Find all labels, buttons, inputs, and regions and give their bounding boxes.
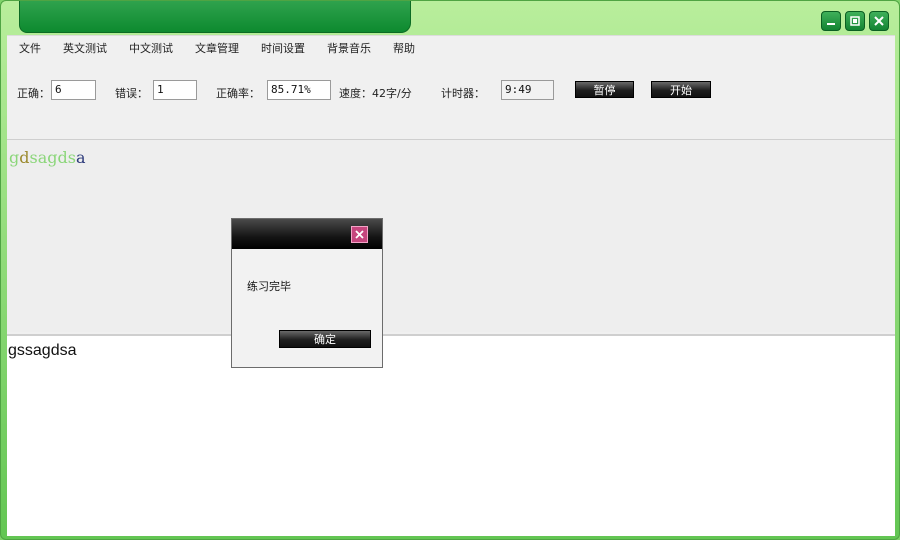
client-area: 文件 英文测试 中文测试 文章管理 时间设置 背景音乐 帮助 正确： 6 错误：… <box>7 35 895 536</box>
close-icon <box>874 16 884 26</box>
menu-chinese-test[interactable]: 中文测试 <box>117 36 183 58</box>
maximize-icon <box>850 16 860 26</box>
maximize-button[interactable] <box>845 11 865 31</box>
timer-label: 计时器： <box>441 87 485 100</box>
stats-toolbar: 正确： 6 错误： 1 正确率： 85.71% 速度：42字/分 计时器： 9:… <box>7 76 895 116</box>
menu-bar: 文件 英文测试 中文测试 文章管理 时间设置 背景音乐 帮助 <box>7 36 895 58</box>
app-window: 文件 英文测试 中文测试 文章管理 时间设置 背景音乐 帮助 正确： 6 错误：… <box>0 0 900 540</box>
minimize-icon <box>827 23 835 25</box>
correct-label: 正确： <box>17 87 50 100</box>
dialog-ok-button[interactable]: 确定 <box>279 330 371 348</box>
menu-background-music[interactable]: 背景音乐 <box>315 36 381 58</box>
menu-help[interactable]: 帮助 <box>381 36 425 58</box>
start-button[interactable]: 开始 <box>651 81 711 98</box>
target-char: a <box>37 148 48 167</box>
dialog-message: 练习完毕 <box>247 280 291 293</box>
target-char: s <box>29 148 38 167</box>
target-char: g <box>9 148 20 167</box>
close-button[interactable] <box>869 11 889 31</box>
target-char: s <box>67 148 76 167</box>
target-text: gdsagdsa <box>9 148 86 167</box>
target-char: d <box>19 148 30 167</box>
window-controls <box>821 11 889 31</box>
accuracy-label: 正确率： <box>216 87 260 100</box>
title-bar[interactable] <box>19 1 411 33</box>
target-char: a <box>75 148 86 167</box>
correct-count-field[interactable]: 6 <box>51 80 96 100</box>
typing-input-area[interactable]: gssagdsa <box>7 334 895 536</box>
minimize-button[interactable] <box>821 11 841 31</box>
accuracy-field[interactable]: 85.71% <box>267 80 331 100</box>
speed-label: 速度：42字/分 <box>339 87 412 100</box>
dialog-title-bar[interactable] <box>232 219 382 249</box>
timer-field: 9:49 <box>501 80 554 100</box>
target-text-pane: gdsagdsa <box>7 140 895 332</box>
target-char: g <box>47 148 58 167</box>
pause-button[interactable]: 暂停 <box>575 81 634 98</box>
completion-dialog: 练习完毕 确定 <box>231 218 383 368</box>
menu-file[interactable]: 文件 <box>7 36 51 58</box>
dialog-close-button[interactable] <box>351 226 368 243</box>
menu-english-test[interactable]: 英文测试 <box>51 36 117 58</box>
target-char: d <box>57 148 68 167</box>
errors-count-field[interactable]: 1 <box>153 80 197 100</box>
menu-time-settings[interactable]: 时间设置 <box>249 36 315 58</box>
close-icon <box>355 230 364 239</box>
menu-article-manage[interactable]: 文章管理 <box>183 36 249 58</box>
errors-label: 错误： <box>115 87 148 100</box>
typed-text: gssagdsa <box>8 342 77 359</box>
